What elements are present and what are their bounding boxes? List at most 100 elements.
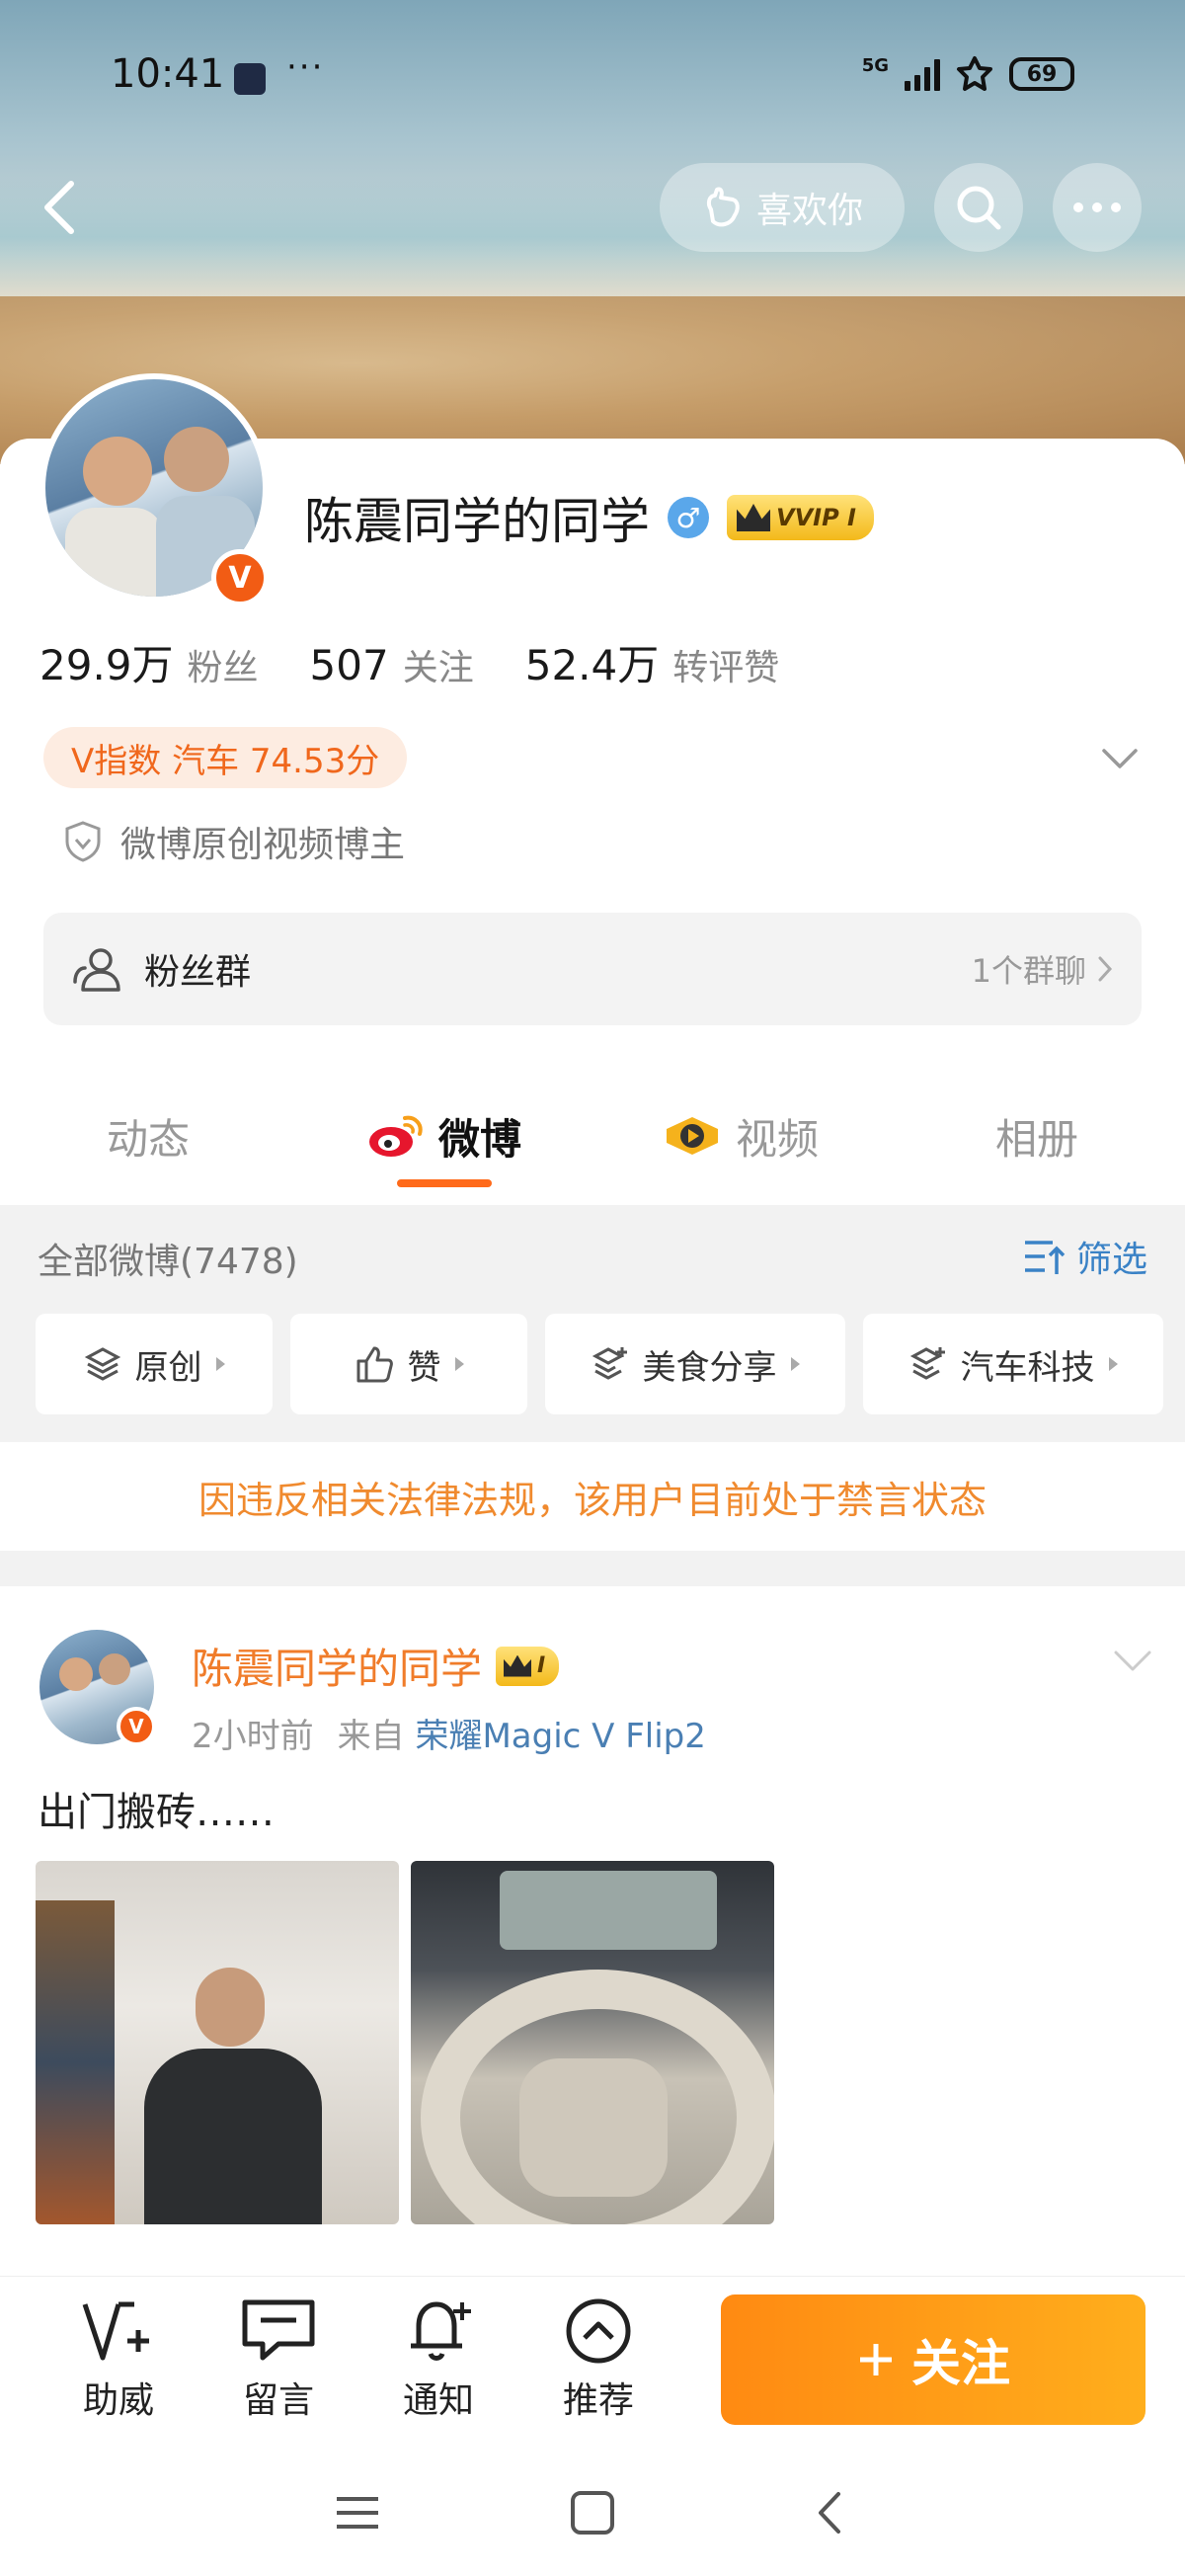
filter-label: 筛选 — [1075, 1240, 1147, 1280]
flower-status-icon — [957, 56, 992, 91]
profile-stats: 29.9万 粉丝 507 关注 52.4万 转评赞 — [40, 632, 779, 692]
stat-label: 粉丝 — [187, 648, 259, 688]
post-image-1[interactable] — [36, 1861, 399, 2224]
tab-weibo[interactable]: 微博 — [296, 1067, 592, 1205]
crown-icon — [504, 1654, 532, 1677]
status-right: 5G 69 — [862, 55, 1074, 93]
tab-label: 微博 — [437, 1114, 521, 1164]
chevron-right-icon — [1098, 956, 1113, 982]
post-author-name[interactable]: 陈震同学的同学 — [192, 1636, 482, 1696]
menu-icon — [337, 2497, 378, 2529]
expand-chevron-icon[interactable] — [1096, 739, 1144, 778]
layers-icon — [84, 1347, 120, 1381]
system-nav-bar — [0, 2444, 1185, 2576]
search-button[interactable] — [934, 163, 1023, 252]
recommend-label: 推荐 — [562, 2380, 634, 2421]
verified-v-icon: V — [211, 549, 269, 606]
stat-following[interactable]: 507 关注 — [310, 639, 474, 690]
layers-plus-icon — [909, 1347, 945, 1380]
section-divider — [0, 1551, 1185, 1586]
tab-label: 视频 — [735, 1114, 819, 1164]
profile-name-row: 陈震同学的同学 ♂ VVIP I — [304, 482, 874, 553]
cheer-label: 助威 — [82, 2380, 154, 2421]
ban-notice: 因违反相关法律法规，该用户目前处于禁言状态 — [0, 1442, 1185, 1551]
follow-label: 关注 — [911, 2335, 1010, 2392]
post-author-row: 陈震同学的同学 I — [192, 1636, 560, 1696]
chevron-up-circle-icon — [566, 2298, 631, 2364]
notify-label: 通知 — [402, 2380, 474, 2421]
like-you-button[interactable]: 喜欢你 — [660, 163, 905, 252]
more-button[interactable] — [1053, 163, 1142, 252]
post-image-2[interactable] — [411, 1861, 774, 2224]
chip-label: 原创 — [134, 1347, 202, 1388]
stat-interactions[interactable]: 52.4万 转评赞 — [525, 632, 780, 692]
chip-original[interactable]: 原创 — [36, 1314, 273, 1414]
chip-arrow-icon — [454, 1357, 464, 1371]
back-chevron-icon — [819, 2492, 840, 2534]
v-index-badge[interactable]: V指数 汽车 74.53分 — [43, 727, 408, 788]
cheer-v-icon — [82, 2301, 149, 2361]
stat-fans[interactable]: 29.9万 粉丝 — [40, 632, 259, 692]
chip-food[interactable]: 美食分享 — [545, 1314, 845, 1414]
post-source-prefix: 来自 — [337, 1717, 405, 1756]
fans-group-label: 粉丝群 — [144, 952, 252, 993]
filter-button[interactable]: 筛选 — [1023, 1231, 1147, 1282]
chip-label: 赞 — [407, 1347, 441, 1388]
fans-group-row[interactable]: 粉丝群 1个群聊 — [43, 913, 1142, 1025]
post-source-row: 来自 荣耀Magic V Flip2 — [338, 1709, 706, 1757]
battery-icon: 69 — [1009, 57, 1074, 91]
all-weibo-count: 全部微博(7478) — [38, 1242, 298, 1282]
nav-back-button[interactable] — [790, 2473, 869, 2552]
video-play-icon — [666, 1117, 718, 1155]
post-verified-v-icon: V — [117, 1707, 156, 1746]
back-arrow-icon — [44, 181, 74, 234]
chip-label: 美食分享 — [642, 1347, 777, 1388]
certification-label: 微博原创视频博主 — [120, 825, 406, 865]
more-dots-icon — [1073, 202, 1121, 212]
profile-avatar[interactable]: V — [40, 373, 269, 606]
filter-icon — [1024, 1241, 1066, 1274]
tab-label: 动态 — [106, 1114, 190, 1164]
chip-car-tech[interactable]: 汽车科技 — [863, 1314, 1163, 1414]
nav-menu-button[interactable] — [318, 2473, 397, 2552]
status-bar: 10:41 ··· 5G 69 — [0, 0, 1185, 158]
message-button[interactable]: 留言 — [219, 2296, 338, 2423]
vvip-badge[interactable]: VVIP I — [727, 495, 874, 540]
cheer-button[interactable]: 助威 — [59, 2296, 178, 2423]
tab-album[interactable]: 相册 — [889, 1067, 1185, 1205]
feed-filter-area: 全部微博(7478) 筛选 原创 赞 美食分享 汽车科技 — [0, 1205, 1185, 1442]
post-menu-chevron-icon[interactable] — [1110, 1644, 1155, 1677]
tab-video[interactable]: 视频 — [592, 1067, 889, 1205]
tab-label: 相册 — [994, 1114, 1078, 1164]
gender-male-icon: ♂ — [668, 497, 709, 538]
recommend-button[interactable]: 推荐 — [539, 2296, 658, 2423]
post-text: 出门搬砖…… — [38, 1790, 275, 1835]
like-you-label: 喜欢你 — [755, 191, 863, 231]
post-vip-label: I — [537, 1653, 546, 1678]
notify-button[interactable]: 通知 — [379, 2296, 498, 2423]
certification-row: 微博原创视频博主 — [63, 816, 405, 867]
plus-icon — [860, 2344, 892, 2375]
post-vip-badge[interactable]: I — [496, 1646, 560, 1686]
back-button[interactable] — [30, 168, 89, 247]
like-hand-icon — [706, 187, 740, 227]
layers-plus-icon — [592, 1347, 627, 1380]
follow-button[interactable]: 关注 — [721, 2294, 1146, 2425]
more-notifications-icon: ··· — [286, 47, 325, 87]
fans-group-count: 1个群聊 — [971, 952, 1086, 990]
group-users-icon — [73, 948, 120, 992]
bell-plus-icon — [411, 2301, 471, 2361]
post-source[interactable]: 荣耀Magic V Flip2 — [415, 1717, 705, 1756]
stat-label: 转评赞 — [672, 648, 780, 688]
profile-name: 陈震同学的同学 — [304, 493, 650, 550]
top-bar: 喜欢你 — [0, 158, 1185, 257]
profile-tabs: 动态 微博 视频 相册 — [0, 1067, 1185, 1205]
chip-arrow-icon — [790, 1357, 800, 1371]
notification-app-icon — [234, 63, 266, 95]
search-icon — [957, 186, 1001, 230]
chip-likes[interactable]: 赞 — [290, 1314, 527, 1414]
weibo-logo-icon — [368, 1115, 423, 1157]
tab-feed[interactable]: 动态 — [0, 1067, 296, 1205]
nav-home-button[interactable] — [553, 2473, 632, 2552]
message-label: 留言 — [242, 2380, 314, 2421]
